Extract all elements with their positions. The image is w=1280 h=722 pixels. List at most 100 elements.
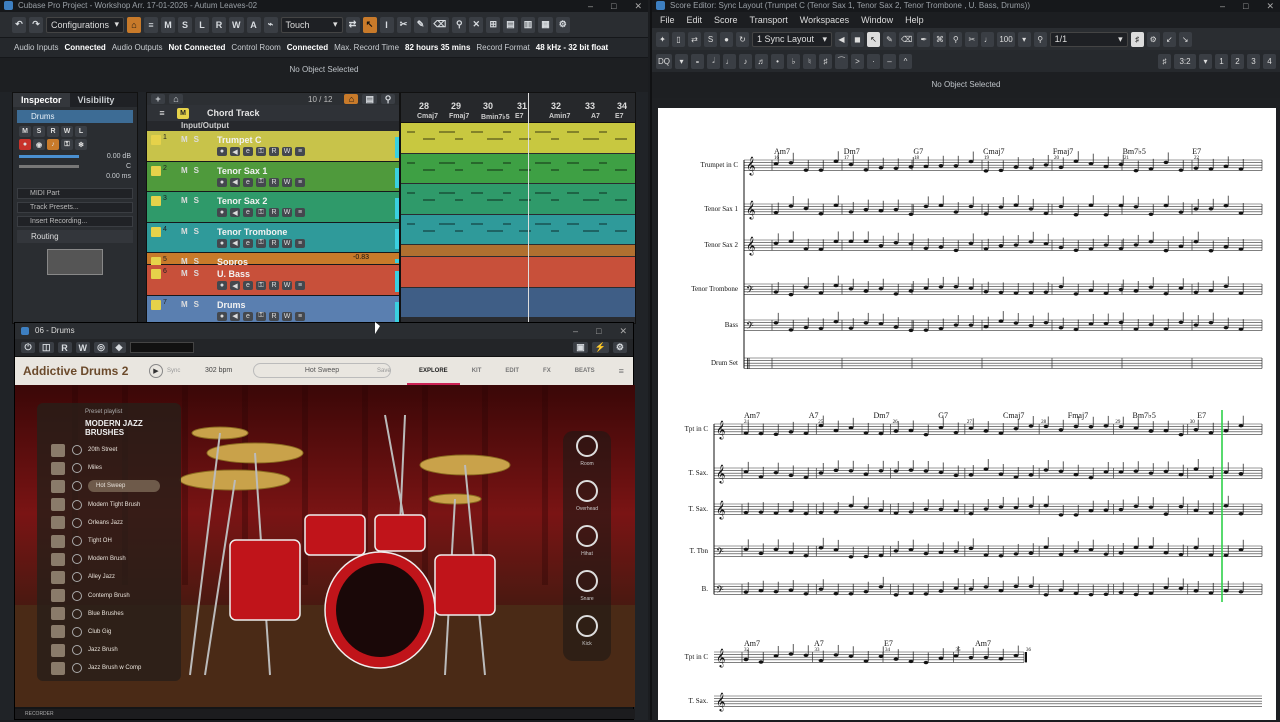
preset-name-field[interactable]: Hot Sweep bbox=[253, 363, 391, 378]
recorder-bar[interactable]: RECORDER bbox=[15, 709, 635, 719]
track-mute-button[interactable]: M bbox=[181, 300, 188, 309]
record-enable-icon[interactable]: ● bbox=[217, 311, 227, 321]
close-icon[interactable]: ✕ bbox=[1266, 0, 1274, 12]
preset-item[interactable]: Orleans Jazz bbox=[37, 514, 181, 532]
minimize-icon[interactable]: – bbox=[573, 323, 578, 339]
natural-icon[interactable]: ♮ bbox=[803, 53, 816, 69]
close-icon[interactable]: ✕ bbox=[634, 0, 642, 12]
menu-file[interactable]: File bbox=[660, 15, 675, 25]
dq-dropdown-icon[interactable]: ▾ bbox=[675, 53, 688, 69]
track-solo-button[interactable]: S bbox=[194, 227, 199, 236]
autoscroll-icon[interactable]: ⇄ bbox=[345, 16, 360, 33]
preset-item[interactable]: Miles bbox=[37, 459, 181, 477]
lock-icon[interactable]: ⚿ bbox=[256, 281, 266, 290]
redo-icon[interactable]: ↷ bbox=[29, 16, 43, 33]
automation-icon[interactable]: ⌁ bbox=[263, 16, 278, 33]
preset-play-icon[interactable] bbox=[72, 645, 82, 656]
edit-icon[interactable]: e bbox=[243, 311, 253, 321]
voice-3[interactable]: 3 bbox=[1247, 53, 1260, 69]
monitor-icon[interactable]: ◀ bbox=[230, 238, 240, 248]
write-button[interactable]: W bbox=[282, 147, 292, 156]
list-icon[interactable]: ≡ bbox=[295, 147, 305, 156]
monitor-icon[interactable]: ◀ bbox=[230, 311, 240, 321]
track-mute-button[interactable]: M bbox=[181, 269, 188, 278]
layout-icon[interactable]: ▤ bbox=[503, 16, 518, 33]
sixteenth-note-icon[interactable]: ♬ bbox=[755, 53, 768, 69]
cut-tool-icon[interactable]: ✂ bbox=[965, 31, 979, 47]
inspector-track-name[interactable]: Drums bbox=[17, 110, 133, 123]
erase-icon[interactable]: ⌫ bbox=[430, 16, 450, 33]
tab-fx[interactable]: FX bbox=[531, 368, 563, 374]
tuplet-icon[interactable]: ♯ bbox=[1158, 53, 1171, 69]
zoom-level[interactable]: 100 bbox=[997, 31, 1015, 47]
read-button[interactable]: R bbox=[269, 208, 279, 217]
arrow-right-icon[interactable]: ↘ bbox=[1178, 31, 1192, 47]
mode-m-button[interactable]: M bbox=[161, 16, 175, 33]
score-page[interactable]: Am7 Dm7 G7 Cmaj7 Fmaj7 Bm7♭5 E7 16 17 18 19 20 21 22 T… bbox=[658, 108, 1276, 720]
staccato-icon[interactable]: · bbox=[867, 53, 880, 69]
preset-item[interactable]: Blue Brushes bbox=[37, 605, 181, 623]
sharp-icon[interactable]: ♯ bbox=[819, 53, 832, 69]
quarter-note-icon[interactable]: ♩ bbox=[723, 53, 736, 69]
edit-icon[interactable]: e bbox=[243, 238, 253, 248]
track-solo-button[interactable]: S bbox=[194, 269, 199, 278]
preset-item[interactable]: Jazz Brush w Comp bbox=[37, 659, 181, 677]
glue-tool-icon[interactable]: ⌘ bbox=[933, 31, 947, 47]
lock-icon[interactable]: ⚿ bbox=[256, 311, 266, 321]
lock-icon[interactable]: ⚿ bbox=[61, 139, 73, 150]
draw-icon[interactable]: ✎ bbox=[413, 16, 428, 33]
knob-hihat[interactable]: Hihat bbox=[563, 521, 611, 566]
menu-help[interactable]: Help bbox=[905, 15, 924, 25]
lock-icon[interactable]: ⚿ bbox=[256, 238, 266, 248]
tab-inspector[interactable]: Inspector bbox=[13, 93, 70, 107]
accent-icon[interactable]: > bbox=[851, 53, 864, 69]
track-mute-button[interactable]: M bbox=[181, 227, 188, 236]
tab-visibility[interactable]: Visibility bbox=[70, 93, 123, 107]
more-icon[interactable]: ⚙ bbox=[1146, 31, 1160, 47]
mode-r-button[interactable]: R bbox=[212, 16, 226, 33]
flat-icon[interactable]: ♭ bbox=[787, 53, 800, 69]
pen-tool-icon[interactable]: ✒ bbox=[917, 31, 931, 47]
track-mute-button[interactable]: M bbox=[181, 166, 188, 175]
read-button[interactable]: R bbox=[269, 177, 279, 187]
track-filter-icon[interactable]: ⌂ bbox=[344, 94, 359, 104]
dq-button[interactable]: DQ bbox=[656, 53, 672, 69]
marcato-icon[interactable]: ^ bbox=[899, 53, 912, 69]
layout-2-icon[interactable]: ▥ bbox=[520, 16, 536, 33]
record-enable-icon[interactable]: ● bbox=[217, 208, 227, 217]
preset-item[interactable]: 20th Street bbox=[37, 441, 181, 459]
preset-play-icon[interactable] bbox=[72, 499, 82, 510]
power-icon[interactable]: ⏻ bbox=[21, 342, 35, 353]
close-icon[interactable]: ✕ bbox=[619, 323, 627, 339]
monitor-icon[interactable]: ◀ bbox=[230, 177, 240, 187]
menu-score[interactable]: Score bbox=[714, 15, 738, 25]
score-notation[interactable]: Am7 Dm7 G7 Cmaj7 Fmaj7 Bm7♭5 E716 17 18 19 20 21 22T… bbox=[658, 108, 1276, 720]
track-solo-button[interactable]: S bbox=[194, 300, 199, 309]
menu-icon[interactable]: ≡ bbox=[607, 366, 636, 376]
track-solo-button[interactable]: S bbox=[194, 196, 199, 205]
preset-play-icon[interactable] bbox=[72, 572, 82, 583]
tab-edit[interactable]: EDIT bbox=[493, 368, 531, 374]
freeze-icon[interactable]: ❄ bbox=[75, 139, 87, 150]
configurations-dropdown[interactable]: Configurations ▾ bbox=[46, 16, 124, 33]
step-icon[interactable]: ↻ bbox=[736, 31, 749, 47]
insp-mute-button[interactable]: M bbox=[19, 126, 31, 137]
preset-play-icon[interactable] bbox=[72, 517, 82, 528]
midi-part-lane[interactable] bbox=[401, 245, 635, 256]
edit-icon[interactable]: e bbox=[243, 147, 253, 156]
whole-note-icon[interactable]: 𝅝 bbox=[691, 53, 704, 69]
menu-edit[interactable]: Edit bbox=[687, 15, 703, 25]
preset-play-icon[interactable] bbox=[72, 481, 82, 492]
preset-item[interactable]: Hot Sweep bbox=[37, 477, 181, 495]
insp-read-button[interactable]: R bbox=[47, 126, 59, 137]
tab-beats[interactable]: BEATS bbox=[563, 368, 607, 374]
erase-tool-icon[interactable]: ⌫ bbox=[899, 31, 915, 47]
layout-dropdown[interactable]: 1 Sync Layout ▾ bbox=[752, 31, 832, 47]
lock-icon[interactable]: ⚿ bbox=[256, 208, 266, 217]
edit-instrument-icon[interactable]: ♪ bbox=[47, 139, 59, 150]
routing-section[interactable]: Routing bbox=[17, 230, 133, 243]
tuplet-dropdown-icon[interactable]: ▾ bbox=[1199, 53, 1212, 69]
record-enable-icon[interactable]: ● bbox=[217, 147, 227, 156]
record-enable-icon[interactable]: ● bbox=[19, 139, 31, 150]
bypass-icon[interactable]: ◫ bbox=[39, 342, 54, 353]
